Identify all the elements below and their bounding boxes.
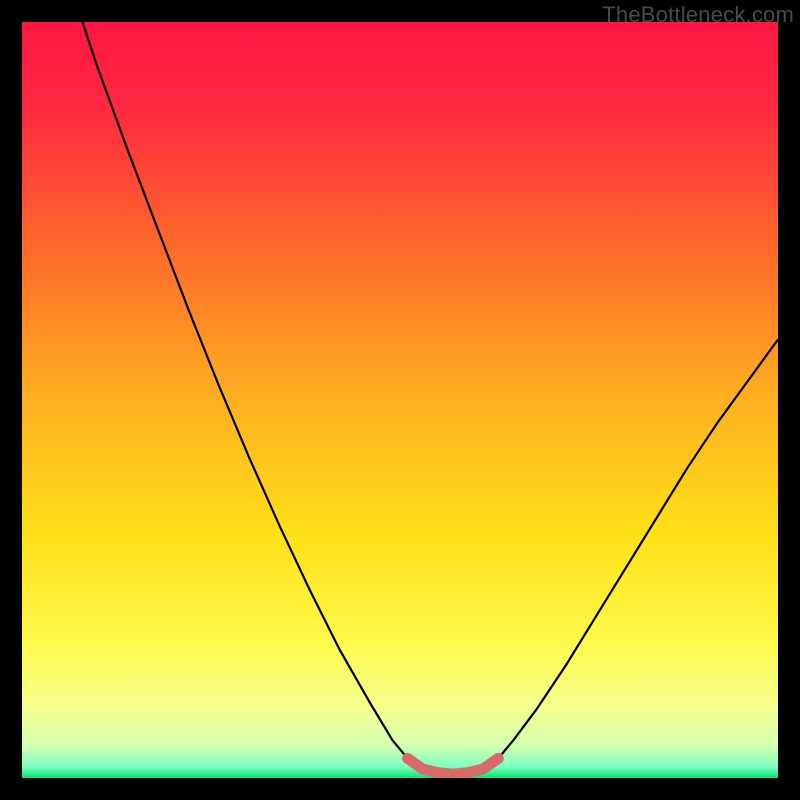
watermark-text: TheBottleneck.com xyxy=(602,2,794,28)
chart-background xyxy=(22,22,778,778)
chart-frame xyxy=(22,22,778,778)
bottleneck-chart xyxy=(22,22,778,778)
